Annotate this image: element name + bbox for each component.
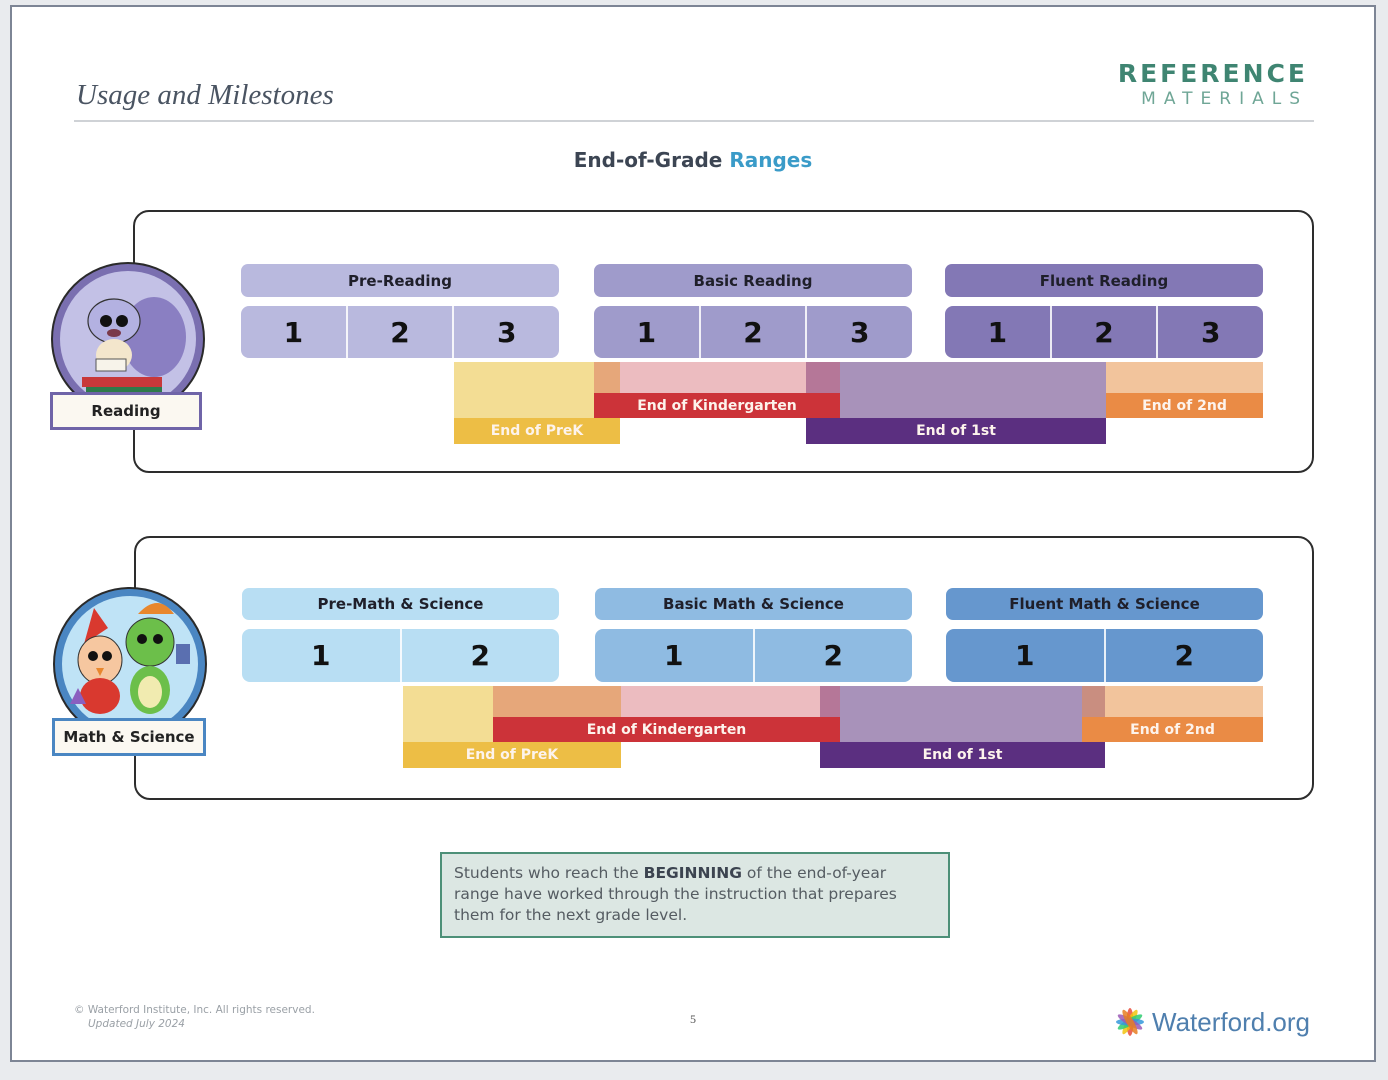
unit-cell: 2 (348, 306, 455, 358)
copyright-text: © Waterford Institute, Inc. All rights r… (74, 1004, 315, 1016)
document-page: Usage and Milestones REFERENCE MATERIALS… (10, 5, 1376, 1062)
level-units-fluent-reading: 1 2 3 (945, 306, 1263, 358)
page-title: Usage and Milestones (76, 79, 334, 111)
updated-date: Updated July 2024 (88, 1018, 185, 1030)
level-header-pre-math: Pre-Math & Science (242, 588, 559, 620)
range-2nd-light (1106, 362, 1263, 393)
range-label-prek: End of PreK (454, 418, 620, 444)
header-divider (74, 120, 1314, 122)
level-header-basic-math: Basic Math & Science (595, 588, 912, 620)
level-header-basic-reading: Basic Reading (594, 264, 912, 297)
section-title-accent: Ranges (729, 148, 813, 172)
range-1st-light (840, 686, 1082, 742)
logo-text: Waterford.org (1152, 1006, 1310, 1037)
level-header-fluent-reading: Fluent Reading (945, 264, 1263, 297)
unit-cell: 2 (701, 306, 808, 358)
unit-cell: 1 (946, 629, 1106, 682)
range-label-prek: End of PreK (403, 742, 621, 768)
level-units-pre-math: 1 2 (242, 629, 559, 682)
range-prek-light (454, 362, 594, 418)
level-units-fluent-math: 1 2 (946, 629, 1263, 682)
level-units-basic-reading: 1 2 3 (594, 306, 912, 358)
range-k-overlap (594, 362, 620, 393)
range-1st-light (840, 362, 1106, 418)
unit-cell: 3 (1200, 315, 1221, 349)
brand-line-2: MATERIALS (1141, 89, 1308, 109)
unit-cell: 1 (594, 306, 701, 358)
unit-cell: 2 (1174, 639, 1194, 672)
unit-cell: 1 (241, 306, 348, 358)
waterford-star-icon (1116, 1008, 1145, 1036)
brand-line-1: REFERENCE (1117, 59, 1308, 88)
unit-cell: 2 (823, 639, 843, 672)
level-header-pre-reading: Pre-Reading (241, 264, 559, 297)
level-units-basic-math: 1 2 (595, 629, 912, 682)
range-2nd-light (1105, 686, 1263, 717)
range-k-light (620, 362, 806, 393)
range-k1-overlap (820, 686, 840, 717)
range-k-overlap (493, 686, 621, 717)
range-label-k: End of Kindergarten (594, 393, 840, 418)
unit-cell: 2 (470, 639, 490, 672)
range-prek-light (403, 686, 493, 742)
range-label-k: End of Kindergarten (493, 717, 840, 742)
range-label-1st: End of 1st (806, 418, 1106, 444)
reading-badge: Reading (46, 259, 210, 434)
range-label-2nd: End of 2nd (1106, 393, 1263, 418)
math-science-badge: Math & Science (48, 584, 212, 759)
section-title: End-of-Grade Ranges (12, 148, 1374, 172)
note-prefix: Students who reach the (454, 864, 644, 882)
level-header-fluent-math: Fluent Math & Science (946, 588, 1263, 620)
waterford-logo[interactable]: Waterford.org (1112, 1004, 1310, 1040)
unit-cell: 1 (242, 629, 402, 682)
badge-label-math-science: Math & Science (52, 718, 206, 756)
range-label-1st: End of 1st (820, 742, 1105, 768)
section-title-main: End-of-Grade (573, 148, 723, 172)
unit-cell: 1 (945, 306, 1052, 358)
range-label-2nd: End of 2nd (1082, 717, 1263, 742)
note-emphasis: BEGINNING (643, 864, 742, 882)
unit-cell: 1 (595, 629, 755, 682)
squirrel-reading-icon (51, 262, 205, 409)
level-units-pre-reading: 1 2 3 (241, 306, 559, 358)
range-k1-overlap (806, 362, 840, 393)
range-12-overlap (1082, 686, 1105, 717)
range-k-light (621, 686, 820, 717)
unit-cell: 3 (849, 315, 870, 349)
page-number: 5 (690, 1012, 696, 1026)
info-note: Students who reach the BEGINNING of the … (440, 852, 950, 938)
unit-cell: 2 (1052, 306, 1159, 358)
unit-cell: 3 (496, 315, 517, 349)
badge-label-reading: Reading (50, 392, 202, 430)
bird-and-turtle-icon (53, 587, 207, 734)
